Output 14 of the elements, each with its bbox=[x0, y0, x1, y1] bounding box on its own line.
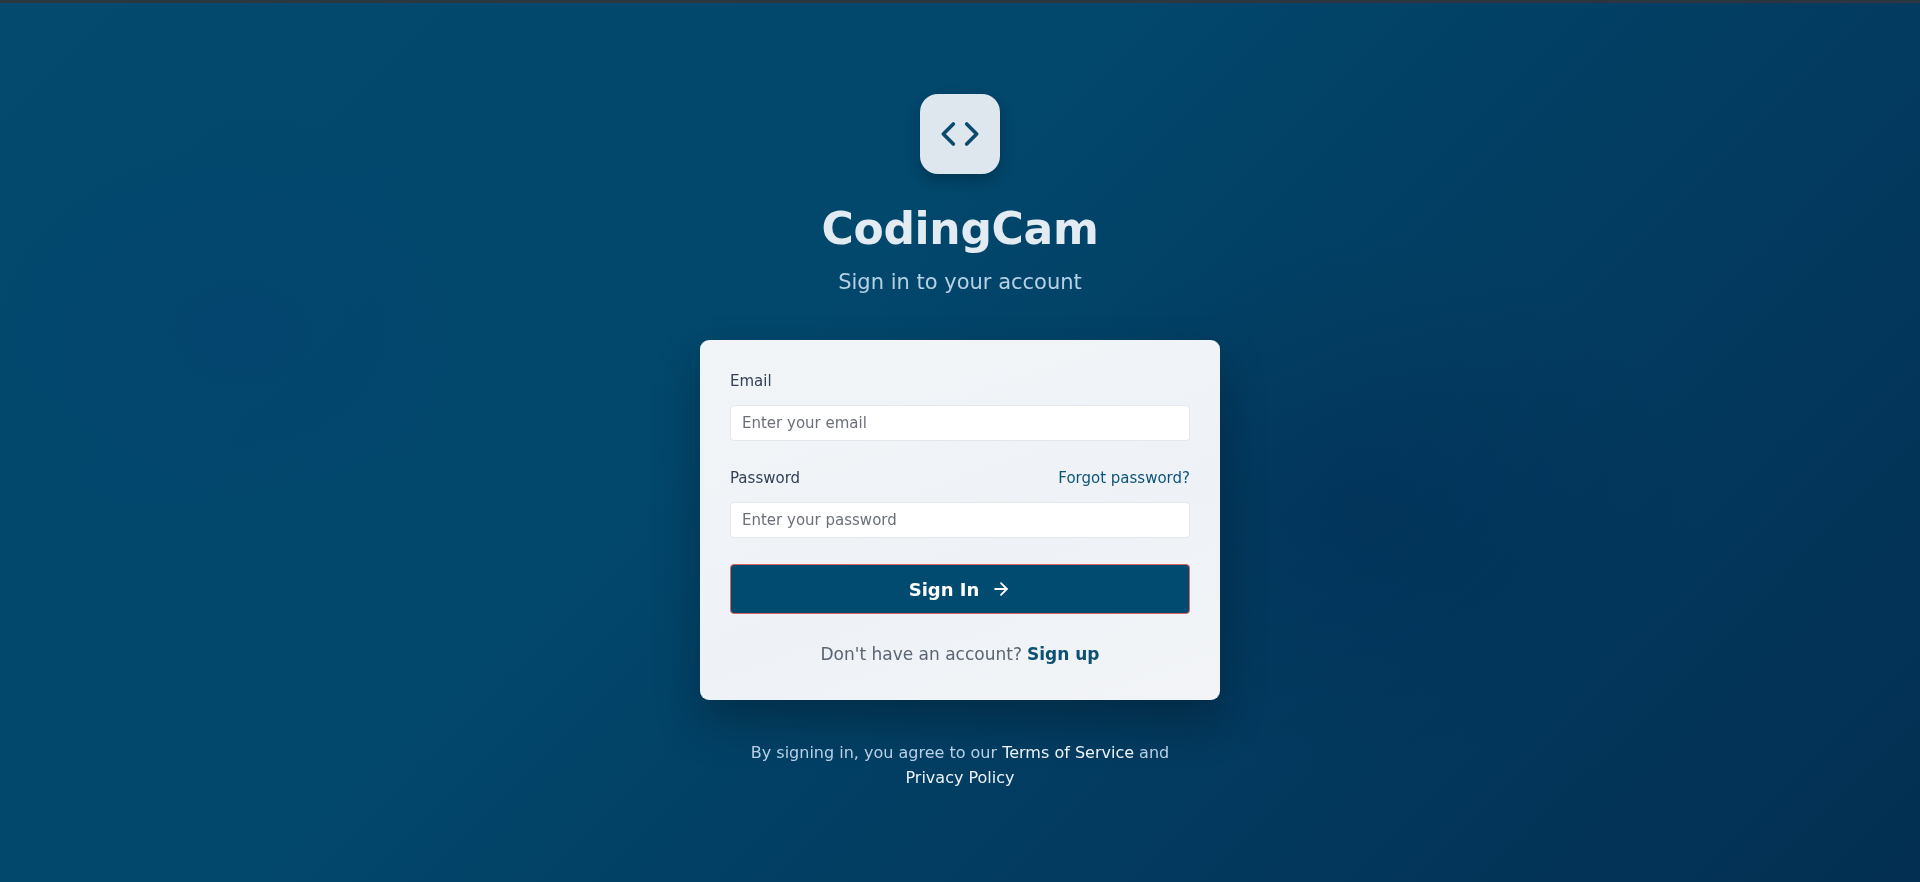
sign-up-link[interactable]: Sign up bbox=[1027, 644, 1100, 664]
forgot-password-link[interactable]: Forgot password? bbox=[1058, 467, 1190, 489]
field-label: Email bbox=[730, 371, 772, 392]
input-field[interactable]: Enter your password bbox=[730, 502, 1190, 538]
terms-notice: By signing in, you agree to our Terms of Service and Privacy Policy bbox=[749, 742, 1171, 789]
input-field[interactable]: Enter your email bbox=[730, 405, 1190, 441]
legal-link[interactable]: Privacy Policy bbox=[905, 768, 1015, 787]
signup-prompt: Don't have an account? Sign up bbox=[819, 643, 1101, 666]
code-icon bbox=[920, 94, 1000, 174]
legal-link[interactable]: Terms of Service bbox=[1002, 743, 1134, 762]
sign-in-button[interactable]: Sign In bbox=[730, 564, 1190, 614]
subtitle: Sign in to your account bbox=[838, 269, 1082, 295]
field-label: Password bbox=[730, 468, 801, 489]
app-title: CodingCam bbox=[821, 202, 1099, 256]
